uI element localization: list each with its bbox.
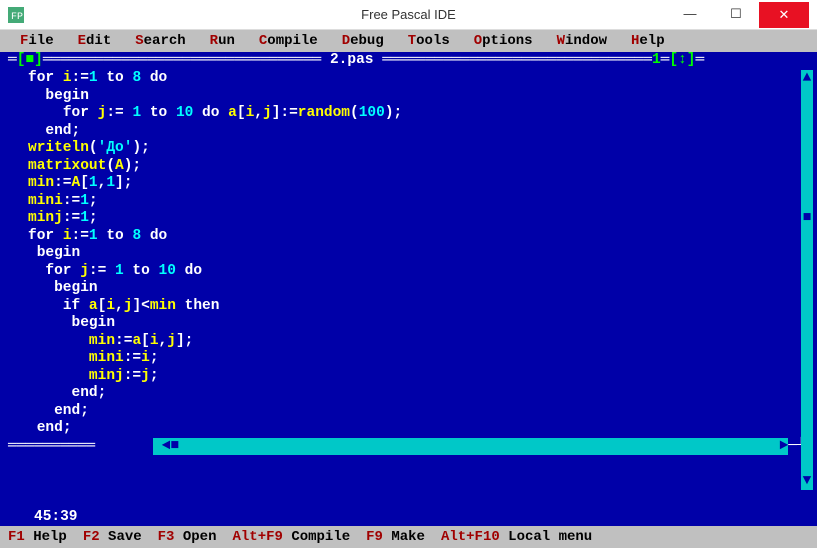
vertical-scrollbar[interactable]: ▲ ■ ▼	[801, 70, 813, 508]
status-open[interactable]: F3 Open	[158, 529, 229, 545]
menu-file[interactable]: File	[8, 32, 66, 50]
statusbar: F1 HelpF2 SaveF3 OpenAlt+F9 CompileF9 Ma…	[0, 526, 817, 548]
code-line[interactable]: end;	[28, 403, 801, 421]
status-save[interactable]: F2 Save	[83, 529, 154, 545]
editor-window-number: 1	[652, 52, 661, 70]
editor-filename: 2.pas	[330, 52, 374, 70]
code-line[interactable]: begin	[28, 280, 801, 298]
menu-tools[interactable]: Tools	[396, 32, 462, 50]
cursor-position: 45:39	[28, 509, 84, 527]
code-line[interactable]: minj:=1;	[28, 210, 801, 228]
code-line[interactable]: minj:=j;	[28, 368, 801, 386]
code-line[interactable]: min:=a[i,j];	[28, 333, 801, 351]
titlebar: FP Free Pascal IDE — ☐ ✕	[0, 0, 817, 30]
menu-window[interactable]: Window	[545, 32, 619, 50]
menu-search[interactable]: Search	[123, 32, 197, 50]
status-compile[interactable]: Alt+F9 Compile	[232, 529, 362, 545]
maximize-button[interactable]: ☐	[713, 2, 759, 26]
code-line[interactable]: end;	[28, 385, 801, 403]
menubar: FileEditSearchRunCompileDebugToolsOption…	[0, 30, 817, 52]
code-line[interactable]: matrixout(A);	[28, 158, 801, 176]
menu-help[interactable]: Help	[619, 32, 677, 50]
code-line[interactable]: writeln('До');	[28, 140, 801, 158]
menu-compile[interactable]: Compile	[247, 32, 330, 50]
code-line[interactable]: begin	[28, 315, 801, 333]
menu-edit[interactable]: Edit	[66, 32, 124, 50]
menu-debug[interactable]: Debug	[330, 32, 396, 50]
code-body[interactable]: for i:=1 to 8 do begin for j:= 1 to 10 d…	[0, 70, 817, 438]
code-line[interactable]: mini:=1;	[28, 193, 801, 211]
status-make[interactable]: F9 Make	[366, 529, 437, 545]
menu-run[interactable]: Run	[198, 32, 247, 50]
code-line[interactable]: begin	[28, 245, 801, 263]
code-line[interactable]: for j:= 1 to 10 do	[28, 263, 801, 281]
code-line[interactable]: begin	[28, 88, 801, 106]
scroll-left-icon[interactable]: ◄	[162, 438, 171, 456]
code-line[interactable]: end;	[28, 123, 801, 141]
code-line[interactable]: for j:= 1 to 10 do a[i,j]:=random(100);	[28, 105, 801, 123]
code-line[interactable]: for i:=1 to 8 do	[28, 70, 801, 88]
code-line[interactable]: end;	[28, 420, 801, 438]
menu-options[interactable]: Options	[462, 32, 545, 50]
editor-frame-top: ═[■]════════════════════════════════ 2.p…	[0, 52, 817, 70]
editor-area[interactable]: ═[■]════════════════════════════════ 2.p…	[0, 52, 817, 526]
close-button[interactable]: ✕	[759, 2, 809, 28]
code-line[interactable]: for i:=1 to 8 do	[28, 228, 801, 246]
editor-frame-bottom: ══════════ ◄■───────────────────────────…	[0, 438, 817, 456]
code-line[interactable]: mini:=i;	[28, 350, 801, 368]
app-icon: FP	[8, 7, 24, 23]
svg-text:FP: FP	[11, 12, 23, 23]
scroll-right-icon[interactable]: ►	[780, 438, 789, 456]
minimize-button[interactable]: —	[667, 2, 713, 26]
window-controls: — ☐ ✕	[667, 2, 809, 28]
status-local-menu[interactable]: Alt+F10 Local menu	[441, 529, 604, 545]
status-help[interactable]: F1 Help	[8, 529, 79, 545]
code-line[interactable]: min:=A[1,1];	[28, 175, 801, 193]
window-title: Free Pascal IDE	[361, 7, 456, 22]
code-line[interactable]: if a[i,j]<min then	[28, 298, 801, 316]
